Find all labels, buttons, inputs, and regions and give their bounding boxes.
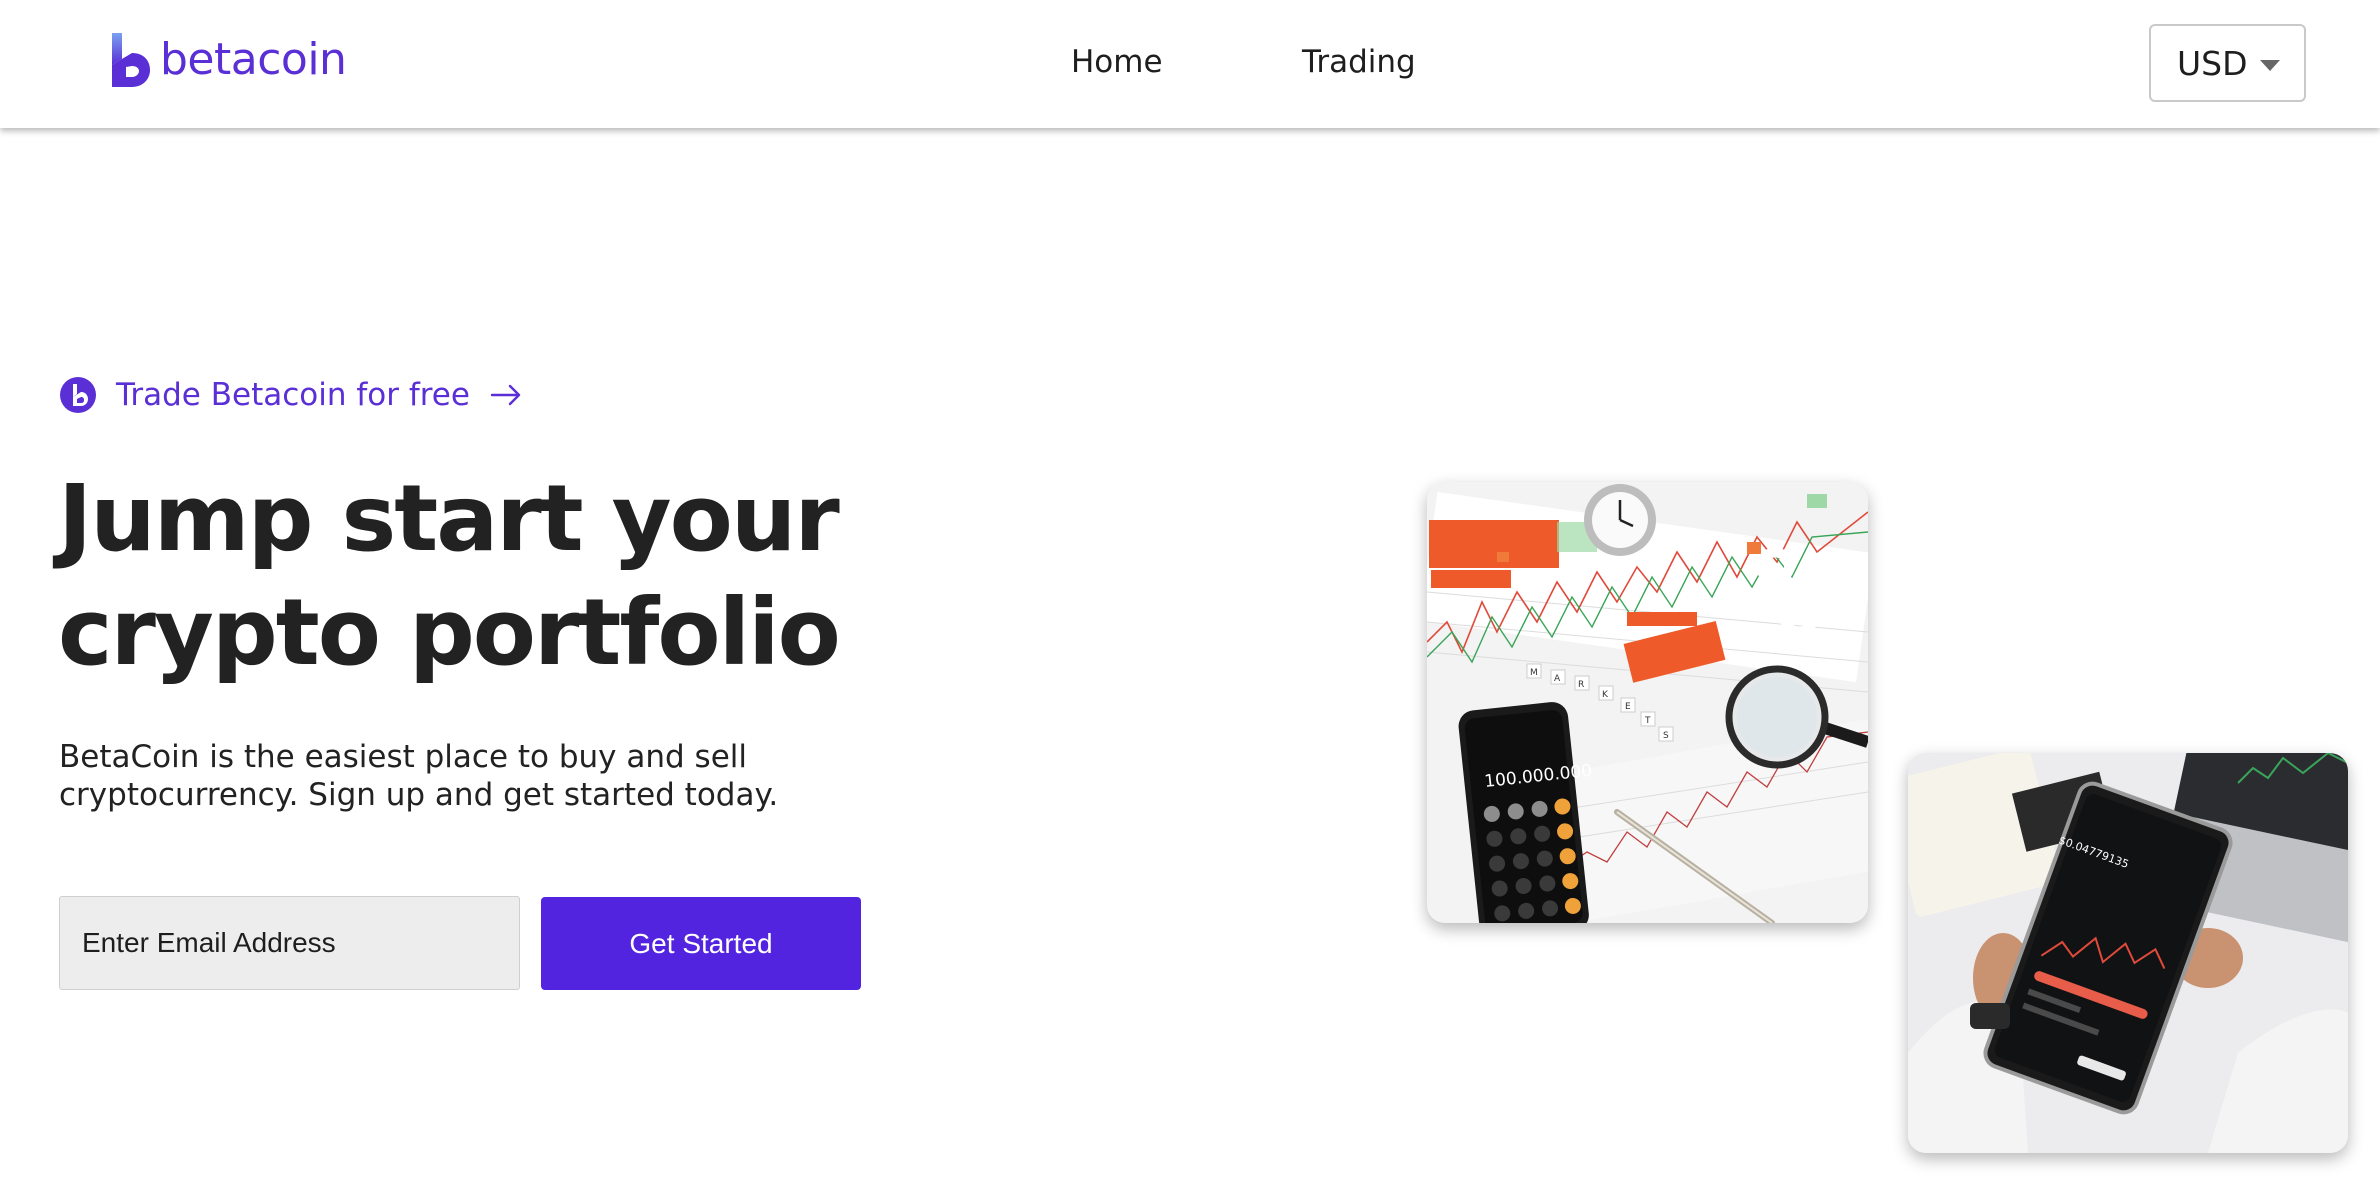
svg-text:T: T (1644, 716, 1651, 726)
betacoin-coin-icon (60, 377, 96, 413)
svg-text:A: A (1554, 674, 1561, 684)
arrow-right-icon (490, 384, 521, 406)
trading-charts-photo: M A R K E T S 100.000.000 (1427, 482, 1868, 923)
headline-line: Jump start your (58, 465, 840, 572)
currency-select-value: USD (2177, 44, 2248, 83)
get-started-button[interactable]: Get Started (541, 897, 861, 990)
tablet-trading-photo: $0.04779135 (1908, 753, 2348, 1153)
svg-text:S: S (1663, 731, 1669, 741)
trade-free-link[interactable]: Trade Betacoin for free (60, 374, 522, 416)
tablet-trading-illustration: $0.04779135 (1908, 753, 2348, 1153)
svg-text:E: E (1625, 702, 1631, 712)
betacoin-logo-icon (112, 33, 150, 87)
currency-select[interactable]: USD (2149, 24, 2306, 102)
email-input[interactable] (59, 896, 520, 990)
nav-trading-link[interactable]: Trading (1302, 40, 1416, 84)
trading-charts-illustration: M A R K E T S 100.000.000 (1427, 482, 1868, 923)
svg-text:M: M (1530, 668, 1538, 678)
caret-down-icon (2260, 60, 2280, 71)
hero-subtext: BetaCoin is the easiest place to buy and… (59, 738, 879, 814)
subtext-line: BetaCoin is the easiest place to buy and… (59, 739, 748, 775)
hero-headline: Jump start your crypto portfolio (58, 462, 841, 690)
top-navbar: betacoin Home Trading USD (0, 0, 2380, 128)
subtext-line: cryptocurrency. Sign up and get started … (59, 777, 779, 813)
headline-line: crypto portfolio (58, 579, 841, 686)
trade-free-text: Trade Betacoin for free (116, 377, 470, 413)
brand-logo[interactable]: betacoin (108, 30, 347, 90)
svg-text:R: R (1578, 680, 1584, 690)
logo-text: betacoin (160, 34, 347, 85)
nav-home-link[interactable]: Home (1071, 40, 1163, 84)
